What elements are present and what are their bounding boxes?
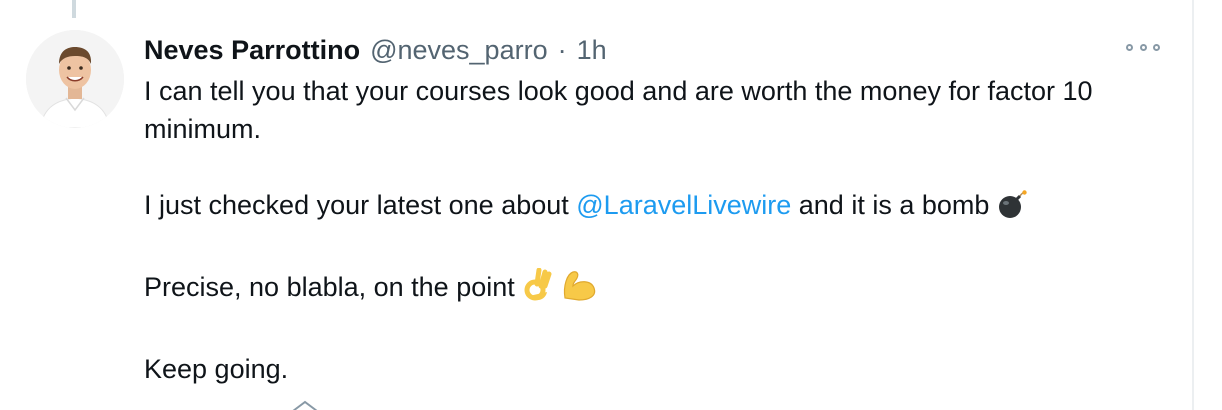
tweet-text: I can tell you that your courses look go…	[144, 72, 1124, 388]
avatar[interactable]	[26, 30, 124, 128]
column-divider	[1192, 0, 1194, 410]
ok-hand-emoji	[523, 267, 553, 312]
tweet-paragraph-3-text: Precise, no blabla, on the point	[144, 272, 515, 302]
tweet-card[interactable]: Neves Parrottino @neves_parro · 1h I can…	[0, 0, 1222, 410]
more-options-icon[interactable]	[1126, 40, 1160, 54]
tweet-paragraph-2-suffix: and it is a bomb	[791, 190, 990, 220]
tweet-paragraph-4: Keep going.	[144, 354, 289, 384]
tweet-header: Neves Parrottino @neves_parro · 1h	[144, 28, 1144, 72]
avatar-photo	[26, 30, 124, 128]
chevron-up-icon[interactable]	[290, 400, 320, 410]
tweet-content: Neves Parrottino @neves_parro · 1h I can…	[144, 28, 1144, 388]
tweet-time[interactable]: 1h	[577, 28, 607, 72]
tweet-paragraph-2-prefix: I just checked your latest one about	[144, 190, 577, 220]
bomb-emoji	[997, 190, 1028, 230]
header-separator: ·	[557, 35, 567, 65]
tweet-paragraph-1: I can tell you that your courses look go…	[144, 76, 1093, 144]
author-name[interactable]: Neves Parrottino	[144, 28, 360, 72]
author-handle[interactable]: @neves_parro	[370, 28, 548, 72]
tweet-paragraph-2: I just checked your latest one about @La…	[144, 186, 1124, 230]
mention-link[interactable]: @LaravelLivewire	[576, 190, 791, 220]
thread-line	[72, 0, 76, 18]
flexed-biceps-emoji	[561, 268, 597, 312]
tweet-paragraph-3: Precise, no blabla, on the point	[144, 267, 1124, 312]
